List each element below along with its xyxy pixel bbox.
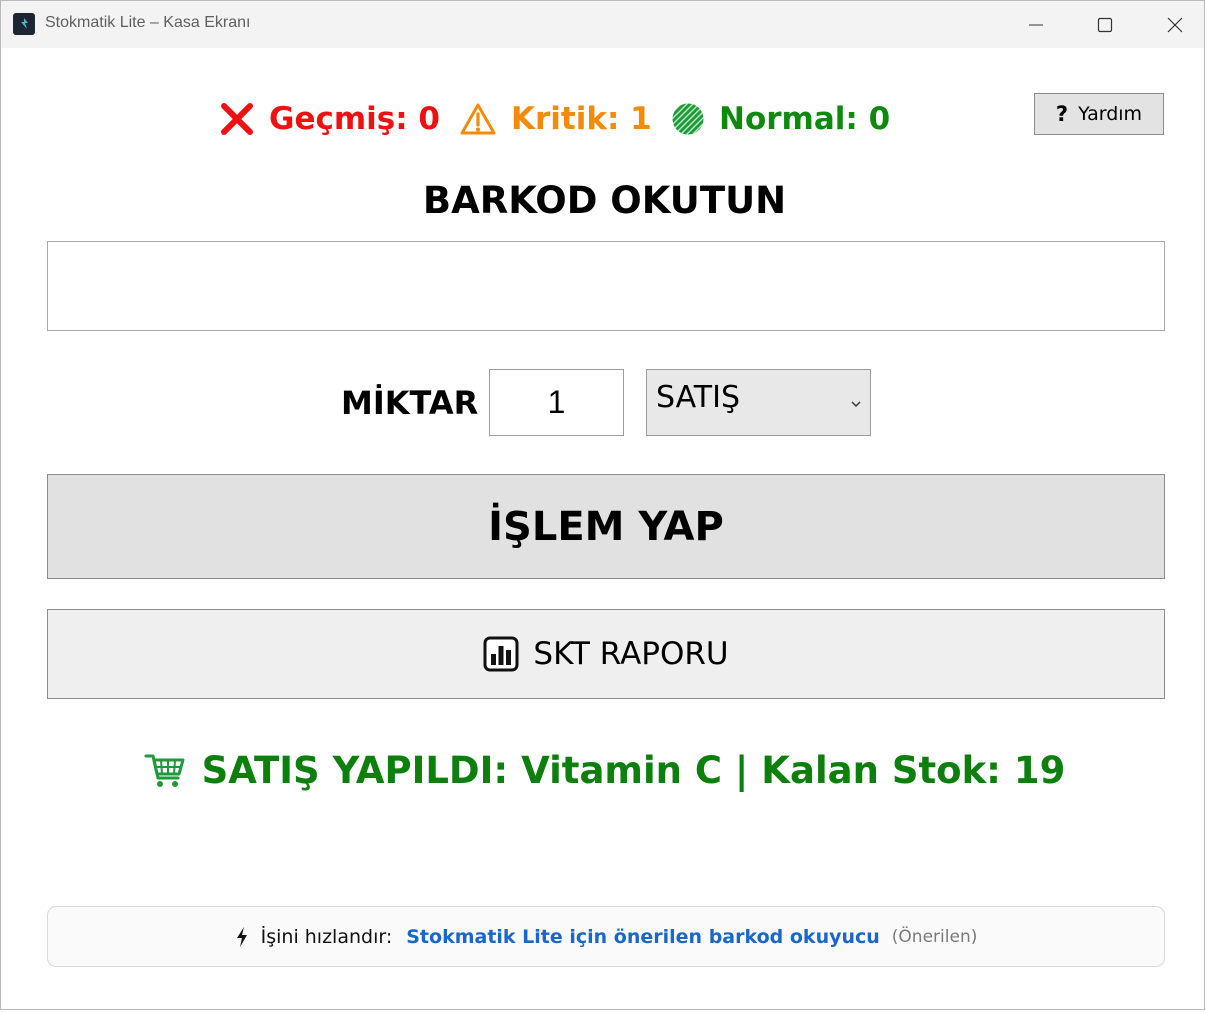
close-icon	[1167, 17, 1183, 33]
mode-select-value: SATIŞ	[656, 380, 741, 415]
help-button-label: Yardım	[1078, 103, 1143, 125]
promo-link[interactable]: Stokmatik Lite için önerilen barkod okuy…	[406, 926, 880, 948]
status-gecmis-text: Geçmiş: 0	[269, 101, 440, 137]
result-text: SATIŞ YAPILDI: Vitamin C | Kalan Stok: 1…	[201, 749, 1066, 792]
help-button[interactable]: ? Yardım	[1034, 93, 1164, 135]
red-x-icon	[219, 101, 255, 137]
status-summary: Geçmiş: 0 Kritik: 1 Normal: 0	[1, 97, 1204, 141]
chevron-down-icon	[850, 394, 862, 413]
process-button[interactable]: İŞLEM YAP	[47, 474, 1165, 579]
status-normal: Normal: 0	[671, 97, 890, 141]
green-circle-icon	[671, 102, 705, 136]
minimize-icon	[1029, 24, 1043, 26]
maximize-button[interactable]	[1070, 1, 1140, 48]
status-kritik: Kritik: 1	[459, 97, 652, 141]
skt-report-button[interactable]: SKT RAPORU	[47, 609, 1165, 699]
bar-chart-icon	[483, 636, 519, 672]
close-button[interactable]	[1140, 1, 1207, 48]
promo-banner: İşini hızlandır: Stokmatik Lite için öne…	[47, 906, 1165, 967]
status-gecmis: Geçmiş: 0	[219, 97, 440, 141]
skt-report-label: SKT RAPORU	[533, 636, 729, 672]
barcode-title: BARKOD OKUTUN	[422, 179, 787, 222]
window-title: Stokmatik Lite – Kasa Ekranı	[45, 14, 251, 31]
title-bar: Stokmatik Lite – Kasa Ekranı	[1, 1, 1204, 48]
app-window: Stokmatik Lite – Kasa Ekranı Geçmiş: 0 K…	[0, 0, 1205, 1010]
mode-select[interactable]: SATIŞ	[646, 369, 871, 436]
minimize-button[interactable]	[1001, 1, 1071, 48]
quantity-label: MİKTAR	[341, 384, 479, 422]
maximize-icon	[1097, 17, 1113, 33]
status-kritik-text: Kritik: 1	[511, 101, 652, 137]
status-normal-text: Normal: 0	[719, 101, 891, 137]
quantity-input[interactable]	[489, 369, 624, 436]
app-logo-icon	[13, 13, 35, 35]
barcode-input[interactable]	[47, 241, 1165, 331]
question-icon: ?	[1055, 102, 1069, 126]
shopping-cart-icon	[144, 752, 186, 790]
promo-lead-text: İşini hızlandır:	[260, 925, 393, 948]
promo-tag: (Önerilen)	[891, 926, 978, 947]
warning-triangle-icon	[459, 101, 497, 137]
result-message: SATIŞ YAPILDI: Vitamin C | Kalan Stok: 1…	[1, 749, 1207, 792]
lightning-icon	[235, 926, 249, 948]
